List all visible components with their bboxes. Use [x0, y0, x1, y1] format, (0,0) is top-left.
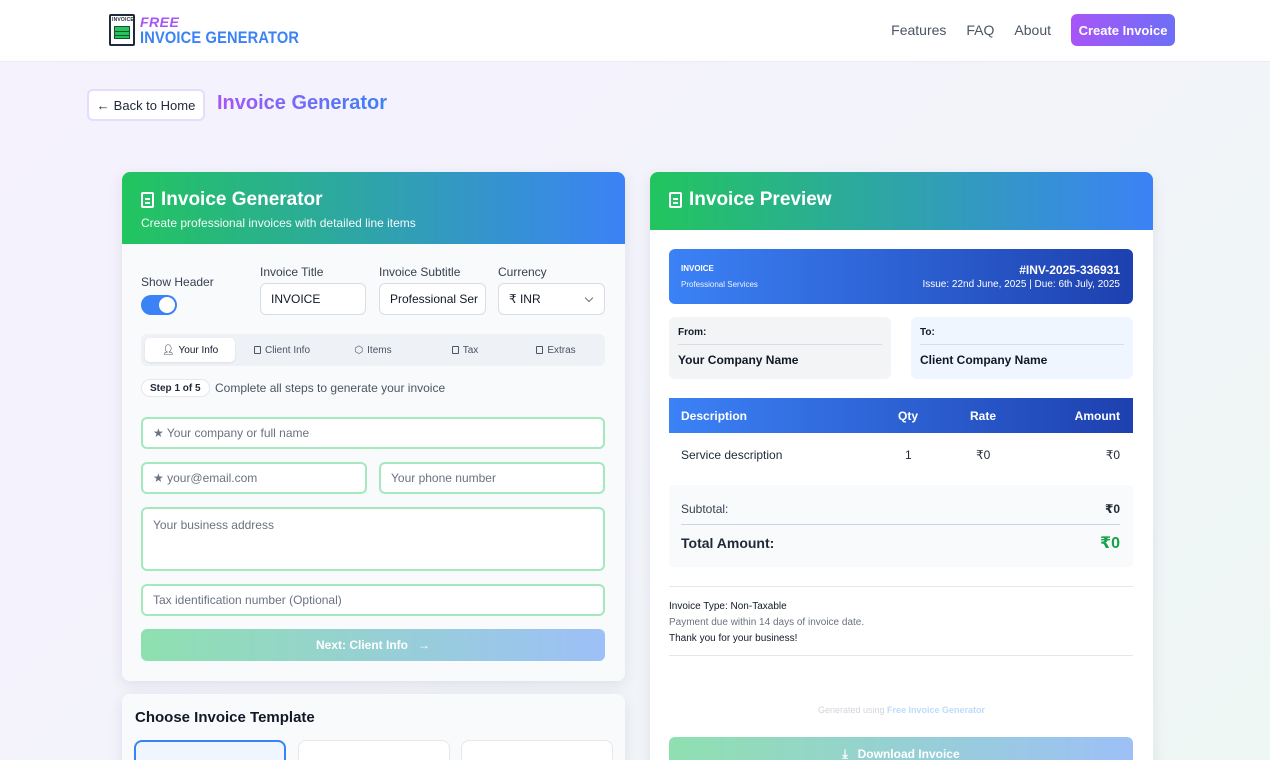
tab-items[interactable]: ⬡ Items	[328, 338, 418, 362]
company-name-field[interactable]: ★ Your company or full name	[141, 417, 605, 449]
column-rate: Rate	[970, 409, 997, 423]
total-value: ₹0	[1099, 535, 1120, 552]
top-navbar: INVOICE FREE INVOICE GENERATOR Features …	[0, 0, 1270, 62]
from-party-box: From: Your Company Name	[669, 317, 891, 379]
invoice-title-label: Invoice Title	[260, 265, 324, 279]
download-icon: ⤓	[842, 746, 848, 760]
generated-link[interactable]: Free Invoice Generator	[887, 705, 985, 715]
back-to-home-button[interactable]: ← Back to Home	[87, 89, 205, 121]
step-badge: Step 1 of 5	[141, 379, 210, 397]
from-label: From:	[678, 327, 882, 345]
next-button-label: Next: Client Info	[316, 638, 408, 652]
totals-box: Subtotal: ₹0 Total Amount: ₹0	[669, 485, 1133, 567]
logo-free-text: FREE	[140, 13, 180, 30]
next-client-info-button[interactable]: Next: Client Info →	[141, 629, 605, 661]
invoice-type: Invoice Type: Non-Taxable	[669, 601, 787, 612]
arrow-left-icon: ←	[96, 97, 110, 113]
row-qty: 1	[905, 448, 912, 462]
template-option-3[interactable]	[461, 740, 613, 760]
row-amount: ₹0	[1105, 448, 1120, 462]
tax-id-field[interactable]: Tax identification number (Optional)	[141, 584, 605, 616]
column-amount: Amount	[1074, 409, 1120, 423]
thank-you-note: Thank you for your business!	[669, 633, 798, 644]
row-rate: ₹0	[976, 448, 991, 462]
calculator-icon	[451, 346, 459, 354]
site-logo[interactable]: INVOICE FREE INVOICE GENERATOR	[109, 14, 325, 46]
column-qty: Qty	[898, 409, 919, 423]
currency-select[interactable]: ₹ INR	[498, 283, 605, 315]
tab-tax[interactable]: Tax	[420, 338, 510, 362]
tab-extras[interactable]: Extras	[511, 338, 601, 362]
package-icon: ⬡	[354, 344, 364, 356]
generated-footer: Generated using Free Invoice Generator	[650, 705, 1153, 715]
step-instructions: Complete all steps to generate your invo…	[215, 381, 446, 395]
template-option-1[interactable]	[134, 740, 286, 760]
business-address-textarea[interactable]: Your business address	[141, 507, 605, 571]
template-option-2[interactable]	[298, 740, 450, 760]
tab-your-info[interactable]: 👤︎ Your Info	[145, 338, 235, 362]
create-invoice-button[interactable]: Create Invoice	[1071, 14, 1175, 46]
invoice-subtitle-label: Invoice Subtitle	[379, 265, 461, 279]
invoice-title-input[interactable]: INVOICE	[260, 283, 366, 315]
items-table-header: Description Qty Rate Amount	[669, 398, 1133, 433]
payment-terms: Payment due within 14 days of invoice da…	[669, 617, 865, 628]
download-button-label: Download Invoice	[857, 747, 960, 760]
generated-prefix: Generated using	[817, 705, 885, 715]
column-description: Description	[681, 409, 748, 423]
template-section-title: Choose Invoice Template	[135, 709, 315, 726]
template-chooser-card: Choose Invoice Template	[122, 694, 625, 760]
phone-field[interactable]: Your phone number	[379, 462, 605, 494]
back-button-label: Back to Home	[113, 97, 196, 113]
invoice-form-card: Invoice Generator Create professional in…	[122, 172, 625, 681]
nav-link-faq[interactable]: FAQ	[966, 22, 994, 38]
nav-link-features[interactable]: Features	[891, 22, 946, 38]
invoice-band-subtitle: Professional Services	[681, 280, 758, 289]
table-row: Service description 1 ₹0 ₹0	[669, 433, 1133, 475]
logo-name-text: INVOICE GENERATOR	[140, 27, 300, 47]
to-party-box: To: Client Company Name	[911, 317, 1133, 379]
tab-client-info[interactable]: Client Info	[237, 338, 327, 362]
form-card-subtitle: Create professional invoices with detail…	[141, 216, 416, 230]
invoice-dates: Issue: 22nd June, 2025 | Due: 6th July, …	[922, 279, 1120, 290]
email-field[interactable]: ★ your@email.com	[141, 462, 367, 494]
subtotal-label: Subtotal:	[681, 502, 729, 516]
building-icon	[253, 346, 261, 354]
document-icon	[141, 192, 154, 208]
preview-card-header: Invoice Preview	[650, 172, 1153, 230]
file-icon	[536, 346, 544, 354]
invoice-logo-icon: INVOICE	[109, 14, 135, 46]
invoice-number: #INV-2025-336931	[1019, 263, 1120, 277]
total-label: Total Amount:	[681, 535, 775, 551]
row-description: Service description	[681, 448, 783, 462]
download-invoice-button[interactable]: ⤓ Download Invoice	[669, 737, 1133, 760]
show-header-label: Show Header	[141, 275, 214, 289]
invoice-subtitle-input[interactable]: Professional Ser	[379, 283, 486, 315]
to-name: Client Company Name	[920, 353, 1048, 367]
chevron-down-icon	[584, 293, 594, 303]
invoice-preview-card: Invoice Preview INVOICE Professional Ser…	[650, 172, 1153, 760]
form-card-header: Invoice Generator Create professional in…	[122, 172, 625, 244]
page-title: Invoice Generator	[217, 92, 388, 114]
form-card-title: Invoice Generator	[161, 189, 323, 210]
to-label: To:	[920, 327, 1124, 345]
user-icon: 👤︎	[161, 344, 175, 356]
preview-card-title: Invoice Preview	[689, 189, 832, 210]
currency-value: ₹ INR	[509, 292, 541, 306]
document-icon	[669, 192, 682, 208]
form-step-tabs: 👤︎ Your Info Client Info ⬡ Items Tax Extra…	[141, 334, 605, 366]
nav-link-about[interactable]: About	[1014, 22, 1051, 38]
arrow-right-icon: →	[418, 638, 430, 652]
invoice-band-title: INVOICE	[681, 264, 714, 273]
show-header-toggle[interactable]	[141, 295, 177, 315]
invoice-header-band: INVOICE Professional Services #INV-2025-…	[669, 249, 1133, 304]
currency-label: Currency	[498, 265, 547, 279]
from-name: Your Company Name	[678, 353, 799, 367]
subtotal-value: ₹0	[1104, 502, 1120, 516]
